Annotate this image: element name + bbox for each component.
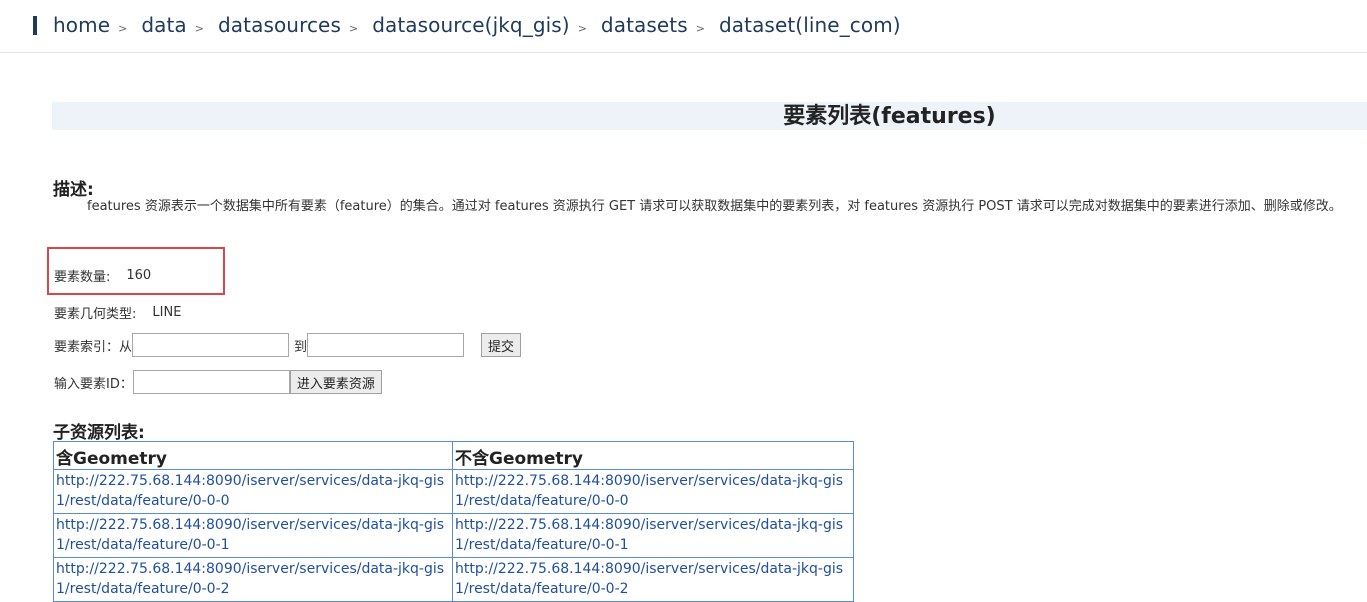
child-resources-table: 含Geometry 不含Geometry http://222.75.68.14… bbox=[53, 441, 854, 602]
breadcrumb-data[interactable]: data bbox=[141, 13, 186, 37]
table-cell: http://222.75.68.144:8090/iserver/servic… bbox=[452, 513, 854, 558]
geometry-type-row: 要素几何类型: LINE bbox=[54, 303, 181, 322]
index-to-label: 到 bbox=[294, 339, 308, 355]
feature-link-without-geometry[interactable]: http://222.75.68.144:8090/iserver/servic… bbox=[455, 473, 843, 509]
child-resources-heading: 子资源列表: bbox=[53, 423, 145, 443]
feature-id-label: 输入要素ID： bbox=[54, 376, 133, 392]
table-cell: http://222.75.68.144:8090/iserver/servic… bbox=[452, 469, 854, 514]
feature-count-highlight bbox=[47, 247, 225, 295]
table-row: http://222.75.68.144:8090/iserver/servic… bbox=[53, 469, 854, 514]
feature-link-without-geometry[interactable]: http://222.75.68.144:8090/iserver/servic… bbox=[455, 561, 843, 597]
breadcrumb-dataset[interactable]: dataset(line_com) bbox=[719, 13, 901, 37]
table-cell: http://222.75.68.144:8090/iserver/servic… bbox=[53, 513, 453, 558]
column-header-with-geometry: 含Geometry bbox=[53, 441, 453, 470]
breadcrumb-bar: home > data > datasources > datasource(j… bbox=[0, 0, 1367, 53]
breadcrumb-separator: > bbox=[577, 22, 587, 35]
page-title: 要素列表(features) bbox=[783, 104, 996, 129]
index-to-input[interactable] bbox=[307, 333, 465, 357]
table-cell: http://222.75.68.144:8090/iserver/servic… bbox=[452, 557, 854, 602]
table-row: http://222.75.68.144:8090/iserver/servic… bbox=[53, 513, 854, 558]
breadcrumb: home > data > datasources > datasource(j… bbox=[53, 13, 901, 37]
breadcrumb-datasources[interactable]: datasources bbox=[218, 13, 341, 37]
feature-link-without-geometry[interactable]: http://222.75.68.144:8090/iserver/servic… bbox=[455, 517, 843, 553]
feature-link-with-geometry[interactable]: http://222.75.68.144:8090/iserver/servic… bbox=[56, 517, 444, 553]
index-from-input[interactable] bbox=[132, 333, 290, 357]
enter-feature-resource-button[interactable]: 进入要素资源 bbox=[289, 370, 382, 394]
breadcrumb-home[interactable]: home bbox=[53, 13, 110, 37]
feature-link-with-geometry[interactable]: http://222.75.68.144:8090/iserver/servic… bbox=[56, 473, 444, 509]
index-from-label: 要素索引：从 bbox=[54, 339, 133, 355]
breadcrumb-separator: > bbox=[194, 22, 204, 35]
table-row: http://222.75.68.144:8090/iserver/servic… bbox=[53, 557, 854, 602]
submit-button[interactable]: 提交 bbox=[481, 333, 522, 357]
column-header-without-geometry: 不含Geometry bbox=[452, 441, 854, 470]
breadcrumb-separator: > bbox=[118, 22, 128, 35]
breadcrumb-accent-bar bbox=[33, 16, 37, 35]
feature-id-input[interactable] bbox=[132, 370, 290, 394]
table-cell: http://222.75.68.144:8090/iserver/servic… bbox=[53, 557, 453, 602]
table-header-row: 含Geometry 不含Geometry bbox=[53, 441, 854, 470]
index-form: 要素索引：从 到 提交 bbox=[54, 333, 522, 357]
table-cell: http://222.75.68.144:8090/iserver/servic… bbox=[53, 469, 453, 514]
description-text: features 资源表示一个数据集中所有要素（feature）的集合。通过对 … bbox=[87, 199, 1342, 214]
feature-link-with-geometry[interactable]: http://222.75.68.144:8090/iserver/servic… bbox=[56, 561, 444, 597]
breadcrumb-datasets[interactable]: datasets bbox=[601, 13, 688, 37]
breadcrumb-datasource[interactable]: datasource(jkq_gis) bbox=[372, 13, 569, 37]
feature-id-form: 输入要素ID： 进入要素资源 bbox=[54, 370, 382, 394]
breadcrumb-separator: > bbox=[695, 22, 705, 35]
geometry-type-label: 要素几何类型: bbox=[54, 307, 137, 322]
geometry-type-value: LINE bbox=[152, 305, 182, 320]
breadcrumb-separator: > bbox=[349, 22, 359, 35]
